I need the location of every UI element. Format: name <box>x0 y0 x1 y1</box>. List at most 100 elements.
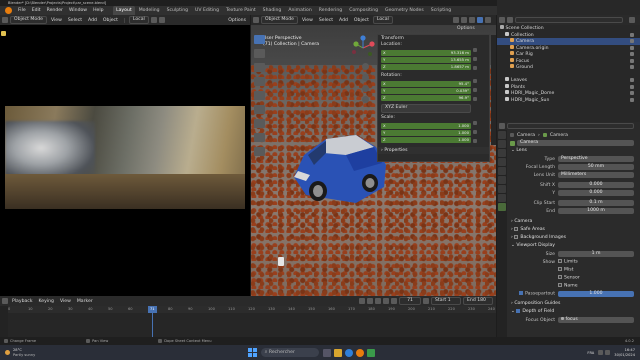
volume-icon[interactable] <box>605 350 611 355</box>
left-menu-select[interactable]: Select <box>66 18 84 23</box>
show-name-option[interactable]: Name <box>558 283 578 289</box>
scene-tab-icon[interactable] <box>498 167 506 175</box>
focal-length-field[interactable]: 50 mm <box>558 164 634 170</box>
show-mist-option[interactable]: Mist <box>558 267 573 273</box>
wifi-icon[interactable] <box>598 350 604 355</box>
workspace-tab-animation[interactable]: Animation <box>285 6 315 15</box>
focus-object-field[interactable]: focus <box>558 317 634 323</box>
outliner-editor-type-icon[interactable] <box>499 17 505 23</box>
workspace-tab-texture-paint[interactable]: Texture Paint <box>223 6 260 15</box>
scale-z-field[interactable]: Z 1.000 <box>381 136 471 143</box>
display-size-field[interactable]: 1 m <box>558 251 634 257</box>
viewport-options-menu[interactable]: Options <box>457 26 475 31</box>
outliner-search-field[interactable] <box>515 17 623 23</box>
keyframe-area[interactable] <box>8 313 496 337</box>
object-tab-icon[interactable] <box>498 185 506 193</box>
play-icon[interactable] <box>375 298 381 304</box>
shading-solid-icon[interactable] <box>477 17 483 23</box>
outliner-editor[interactable]: Scene Collection Collection Camera Camera.… <box>497 0 640 122</box>
view-layer-tab-icon[interactable] <box>498 158 506 166</box>
location-x-field[interactable]: X 93.316 m <box>381 50 471 56</box>
jump-start-icon[interactable] <box>359 298 365 304</box>
windows-start-icon[interactable] <box>247 348 257 357</box>
lens-section-header[interactable]: ⌄ Lens <box>508 147 640 155</box>
frame-ruler[interactable]: 0 10 20 30 40 50 60 71 80 90 100 110 120 130 140 150 160… <box>8 306 496 313</box>
viewport-menu-add[interactable]: Add <box>337 18 350 23</box>
workspace-tab-rendering[interactable]: Rendering <box>315 6 345 15</box>
location-z-field[interactable]: Z 1.8657 m <box>381 64 471 70</box>
output-tab-icon[interactable] <box>498 149 506 157</box>
lock-scale-z-icon[interactable] <box>473 138 477 143</box>
visibility-eye-icon[interactable] <box>630 45 634 50</box>
properties-editor-type-icon[interactable] <box>499 123 505 129</box>
add-cube-tool-icon[interactable] <box>254 147 265 156</box>
annotate-tool-icon[interactable] <box>254 119 265 128</box>
transform-title[interactable]: Transform <box>378 35 489 42</box>
constraints-tab-icon[interactable] <box>498 194 506 202</box>
left-menu-object[interactable]: Object <box>101 18 120 23</box>
rotation-x-field[interactable]: X 95.4° <box>381 81 471 87</box>
editor-type-icon[interactable] <box>2 17 8 23</box>
menu-edit[interactable]: Edit <box>29 6 44 15</box>
n-panel-tabs[interactable] <box>491 35 496 145</box>
viewport-menu-object[interactable]: Object <box>352 18 371 23</box>
scale-x-field[interactable]: X 1.000 <box>381 122 471 129</box>
menu-render[interactable]: Render <box>44 6 66 15</box>
location-y-field[interactable]: Y 13.655 m <box>381 57 471 63</box>
passepartout-checkbox[interactable] <box>519 291 524 296</box>
lock-location-z-icon[interactable] <box>473 66 477 70</box>
lock-rotation-z-icon[interactable] <box>473 97 477 101</box>
tool-tab-icon[interactable] <box>498 131 506 139</box>
show-sensor-option[interactable]: Sensor <box>558 275 580 281</box>
properties-subpanel-header[interactable]: › Properties <box>378 146 489 154</box>
show-limits-checkbox[interactable] <box>558 259 562 264</box>
background-images-section-header[interactable]: › Background Images <box>508 234 640 242</box>
visibility-eye-icon[interactable] <box>630 58 634 63</box>
show-sensor-checkbox[interactable] <box>558 275 562 280</box>
edge-browser-icon[interactable] <box>344 348 353 357</box>
gizmo-icon[interactable] <box>461 17 467 23</box>
workspace-tab-shading[interactable]: Shading <box>259 6 285 15</box>
depth-of-field-checkbox[interactable] <box>516 308 521 313</box>
blender-taskbar-icon[interactable] <box>355 348 364 357</box>
menu-window[interactable]: Window <box>66 6 90 15</box>
world-tab-icon[interactable] <box>498 176 506 184</box>
left-mode-dropdown[interactable]: Object Mode <box>10 15 47 25</box>
camera-section-header[interactable]: › Camera <box>508 218 640 226</box>
timeline-menu-keying[interactable]: Keying <box>37 299 56 304</box>
workspace-tab-sculpting[interactable]: Sculpting <box>163 6 191 15</box>
rotate-tool-icon[interactable] <box>254 77 265 86</box>
workspace-tab-layout[interactable]: Layout <box>112 6 136 15</box>
timeline-menu-marker[interactable]: Marker <box>75 299 95 304</box>
file-explorer-icon[interactable] <box>333 348 342 357</box>
safe-areas-checkbox[interactable] <box>514 226 519 231</box>
grid-view-icon[interactable] <box>362 96 369 103</box>
measure-tool-icon[interactable] <box>254 133 265 142</box>
properties-editor[interactable]: Camera › Camera Camera ⌄ Lens Type Perspe… <box>497 122 640 337</box>
lens-type-dropdown[interactable]: Perspective <box>558 156 634 162</box>
workspace-tab-uv-editing[interactable]: UV Editing <box>192 6 223 15</box>
start-frame-field[interactable]: Start 1 <box>431 296 461 306</box>
overlay-icon[interactable] <box>469 17 475 23</box>
composition-guides-section-header[interactable]: › Composition Guides <box>508 300 640 308</box>
lock-location-y-icon[interactable] <box>473 57 477 61</box>
timeline-editor-type-icon[interactable] <box>2 298 8 304</box>
lock-scale-y-icon[interactable] <box>473 129 477 134</box>
visibility-eye-icon[interactable] <box>630 97 634 102</box>
weather-icon[interactable] <box>5 350 10 355</box>
show-name-checkbox[interactable] <box>558 283 562 288</box>
visibility-eye-icon[interactable] <box>630 39 634 43</box>
shift-x-field[interactable]: 0.000 <box>558 182 634 188</box>
app-taskbar-icon[interactable] <box>366 348 375 357</box>
visibility-eye-icon[interactable] <box>630 91 634 95</box>
focus-empty-marker[interactable] <box>278 257 284 266</box>
jump-end-icon[interactable] <box>391 298 397 304</box>
left-options-menu[interactable]: Options <box>228 18 250 23</box>
passepartout-field[interactable]: 1.000 <box>558 291 634 297</box>
visibility-eye-icon[interactable] <box>630 32 634 37</box>
outliner-row[interactable]: HDRI_Magic_Sun <box>497 96 640 104</box>
snap-icon[interactable] <box>150 17 157 23</box>
3d-viewport[interactable]: Object Mode View Select Add Object Local… <box>251 15 496 296</box>
visibility-icon[interactable] <box>453 17 459 23</box>
viewport-mode-dropdown[interactable]: Object Mode <box>261 15 298 25</box>
